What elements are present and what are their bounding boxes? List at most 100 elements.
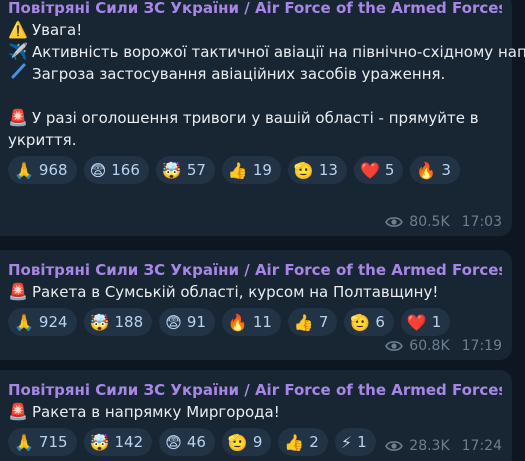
reaction-thumbs-up[interactable]: 👍 19 [221,156,281,184]
message-text: Ракета в напрямку Миргорода! [32,403,280,421]
pray-icon: 🙏 [14,432,34,452]
view-count: 80.5K [409,214,450,230]
lightning-icon: ⚡ [340,432,353,452]
message-bubble[interactable]: Повітряні Сили ЗС України / Air Force of… [0,370,512,461]
reaction-fire[interactable]: 🔥 11 [221,308,281,336]
message-line: 🚨 Ракета в Сумській області, курсом на По… [8,281,502,303]
reaction-count: 57 [186,161,206,179]
reaction-fearful[interactable]: 😨 166 [83,156,149,184]
message-line: 🚨 У разі оголошення тривоги у вашій облас… [8,107,502,151]
fire-icon: 🔥 [227,312,248,332]
fearful-icon: 😨 [165,312,182,332]
reaction-salute[interactable]: 🫡 6 [344,308,394,336]
reaction-count: 13 [318,161,338,179]
reaction-count: 715 [38,433,68,451]
reaction-pray[interactable]: 🙏 715 [8,428,77,456]
eye-icon [385,441,404,451]
message-line: 🚨 Ракета в напрямку Миргорода! [8,401,502,423]
message-time: 17:24 [461,438,502,454]
pray-icon: 🙏 [14,160,34,180]
message-text: Активність ворожої тактичної авіації на … [32,43,525,61]
reaction-lightning[interactable]: ⚡ 1 [334,428,376,456]
reaction-salute[interactable]: 🫡 9 [221,428,272,456]
pray-icon: 🙏 [14,312,34,332]
warning-icon: ⚠️ [8,20,28,39]
reaction-thumbs-up[interactable]: 👍 7 [287,308,338,336]
salute-icon: 🫡 [227,432,248,452]
thumbs-up-icon: 👍 [284,432,305,452]
reaction-count: 9 [252,433,263,451]
message-line: ✈️ Активність ворожої тактичної авіації н… [8,41,525,63]
missile-icon [8,63,28,85]
reaction-count: 1 [431,313,442,331]
reaction-count: 5 [384,161,395,179]
message-meta: 60.8K 17:19 [385,338,502,354]
salute-icon: 🫡 [350,312,371,332]
reaction-count: 188 [114,313,144,331]
sender-name[interactable]: Повітряні Сили ЗС України / Air Force of… [8,379,502,401]
exploding-head-icon: 🤯 [89,432,110,452]
view-count: 28.3K [409,438,450,454]
airplane-icon: ✈️ [8,42,28,61]
exploding-head-icon: 🤯 [161,160,182,180]
view-count: 60.8K [409,338,450,354]
message-text: Ракета в Сумській області, курсом на Пол… [32,283,439,301]
reaction-count: 91 [186,313,206,331]
message-bubble[interactable]: Повітряні Сили ЗС України / Air Force of… [0,0,525,236]
reaction-heart[interactable]: ❤️ 5 [353,156,404,184]
reaction-count: 6 [375,313,385,331]
reaction-salute[interactable]: 🫡 13 [287,156,347,184]
message-text: Загроза застосування авіаційних засобів … [32,65,446,83]
reaction-heart[interactable]: ❤️ 1 [400,308,451,336]
message-line: Загроза застосування авіаційних засобів … [8,63,502,85]
reaction-count: 46 [186,433,206,451]
reaction-pray[interactable]: 🙏 968 [8,156,77,184]
message-line: ⚠️ Увага! [8,19,502,41]
siren-icon: 🚨 [8,402,28,421]
thumbs-up-icon: 👍 [293,312,314,332]
reaction-pray[interactable]: 🙏 924 [8,308,77,336]
reaction-thumbs-up[interactable]: 👍 2 [278,428,328,456]
message-text: Увага! [32,21,83,39]
reaction-count: 166 [111,161,140,179]
salute-icon: 🫡 [293,160,314,180]
message-bubble[interactable]: Повітряні Сили ЗС України / Air Force of… [0,250,512,360]
channel-feed: Повітряні Сили ЗС України / Air Force of… [0,0,525,461]
reaction-exploding-head[interactable]: 🤯 188 [83,308,153,336]
message-meta: 28.3K 17:24 [385,438,502,454]
reaction-count: 3 [441,161,451,179]
message-time: 17:19 [461,338,502,354]
reaction-count: 968 [38,161,68,179]
exploding-head-icon: 🤯 [89,312,110,332]
sender-name[interactable]: Повітряні Сили ЗС України / Air Force of… [8,0,502,19]
message-meta: 80.5K 17:03 [385,214,502,230]
reactions-bar: 🙏 924 🤯 188 😨 91 🔥 11 👍 7 🫡 6 ❤️ 1 [8,308,502,336]
siren-icon: 🚨 [8,108,28,127]
message-time: 17:03 [461,214,502,230]
thumbs-up-icon: 👍 [227,160,248,180]
reaction-count: 1 [357,433,367,451]
siren-icon: 🚨 [8,282,28,301]
fearful-icon: 😨 [165,432,182,452]
reaction-count: 7 [318,313,329,331]
reactions-bar: 🙏 968 😨 166 🤯 57 👍 19 🫡 13 ❤️ 5 🔥 3 [8,156,502,184]
eye-icon [385,217,404,227]
reaction-count: 924 [38,313,68,331]
eye-icon [385,341,404,351]
reaction-count: 142 [114,433,144,451]
reaction-count: 2 [309,433,319,451]
reaction-exploding-head[interactable]: 🤯 57 [155,156,215,184]
reaction-fire[interactable]: 🔥 3 [410,156,460,184]
reaction-exploding-head[interactable]: 🤯 142 [83,428,153,456]
sender-name[interactable]: Повітряні Сили ЗС України / Air Force of… [8,259,502,281]
reaction-fearful[interactable]: 😨 46 [159,428,215,456]
heart-icon: ❤️ [406,312,427,332]
message-text: У разі оголошення тривоги у вашій област… [8,109,479,149]
reaction-count: 11 [252,313,272,331]
reaction-count: 19 [252,161,272,179]
fearful-icon: 😨 [89,160,107,180]
fire-icon: 🔥 [416,160,437,180]
reaction-fearful[interactable]: 😨 91 [159,308,215,336]
heart-icon: ❤️ [359,160,380,180]
